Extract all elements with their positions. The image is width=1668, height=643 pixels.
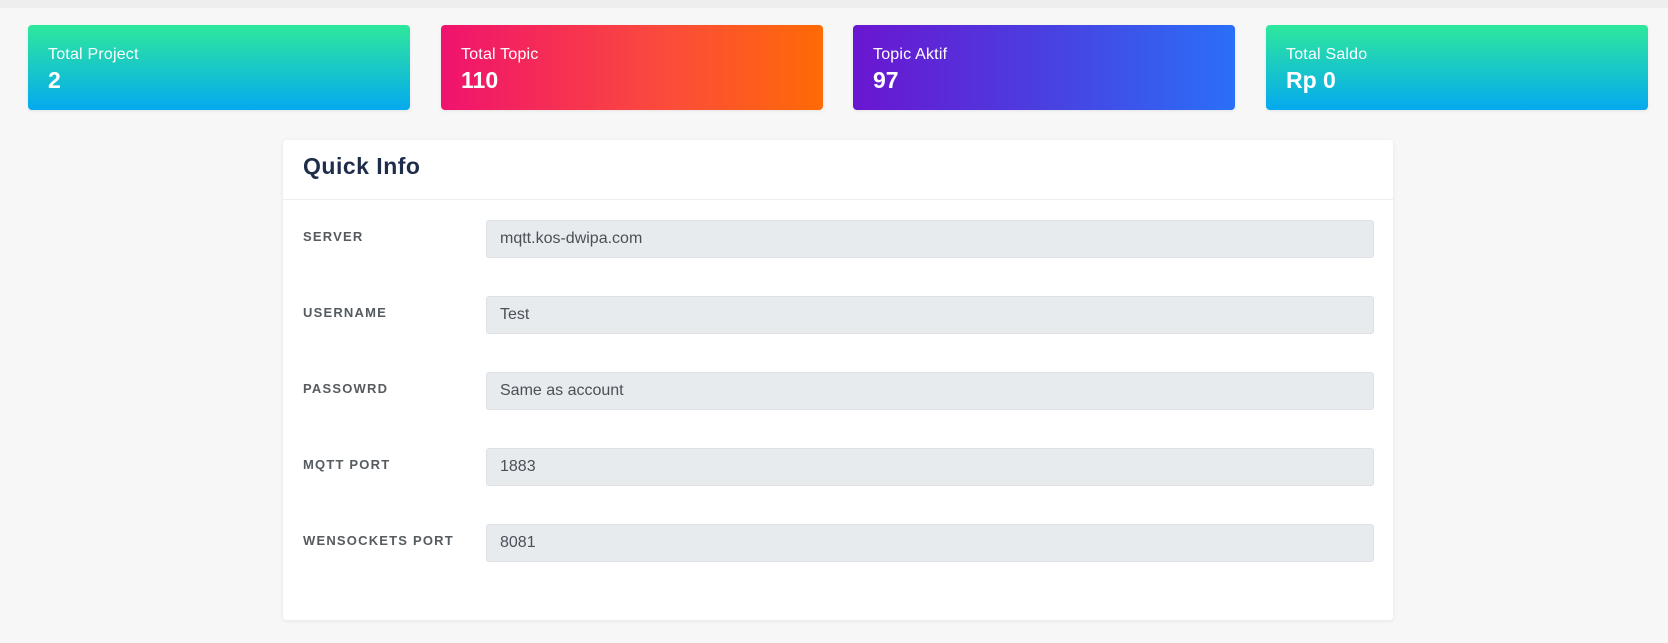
info-row-websockets-port: WENSOCKETS PORT (283, 524, 1393, 562)
username-label: USERNAME (303, 305, 387, 320)
websockets-port-field[interactable] (486, 524, 1374, 562)
info-row-username: USERNAME (283, 296, 1393, 334)
mqtt-port-label: MQTT PORT (303, 457, 391, 472)
stat-value: 97 (873, 67, 899, 93)
info-row-password: PASSOWRD (283, 372, 1393, 410)
password-label: PASSOWRD (303, 381, 389, 396)
stat-card-total-topic: Total Topic 110 (441, 25, 823, 110)
stat-card-total-project: Total Project 2 (28, 25, 410, 110)
stat-label: Total Project (48, 46, 139, 63)
username-field[interactable] (486, 296, 1374, 334)
server-field[interactable] (486, 220, 1374, 258)
info-row-mqtt-port: MQTT PORT (283, 448, 1393, 486)
stats-row: Total Project 2 Total Topic 110 Topic Ak… (28, 25, 1648, 110)
top-strip (0, 0, 1668, 8)
stat-label: Topic Aktif (873, 46, 948, 63)
password-field[interactable] (486, 372, 1374, 410)
quick-info-card: Quick Info SERVER USERNAME PASSOWRD MQTT… (283, 140, 1393, 620)
stat-value: 110 (461, 67, 499, 93)
stat-label: Total Topic (461, 46, 539, 63)
server-label: SERVER (303, 229, 364, 244)
stat-label: Total Saldo (1286, 46, 1368, 63)
stat-card-topic-aktif: Topic Aktif 97 (853, 25, 1235, 110)
quick-info-title: Quick Info (303, 153, 421, 179)
stat-value: 2 (48, 67, 61, 93)
info-row-server: SERVER (283, 220, 1393, 258)
mqtt-port-field[interactable] (486, 448, 1374, 486)
stat-value: Rp 0 (1286, 67, 1336, 93)
quick-info-body: SERVER USERNAME PASSOWRD MQTT PORT WENSO… (283, 200, 1393, 562)
websockets-port-label: WENSOCKETS PORT (303, 533, 454, 548)
stat-card-total-saldo: Total Saldo Rp 0 (1266, 25, 1648, 110)
quick-info-header: Quick Info (283, 140, 1393, 200)
